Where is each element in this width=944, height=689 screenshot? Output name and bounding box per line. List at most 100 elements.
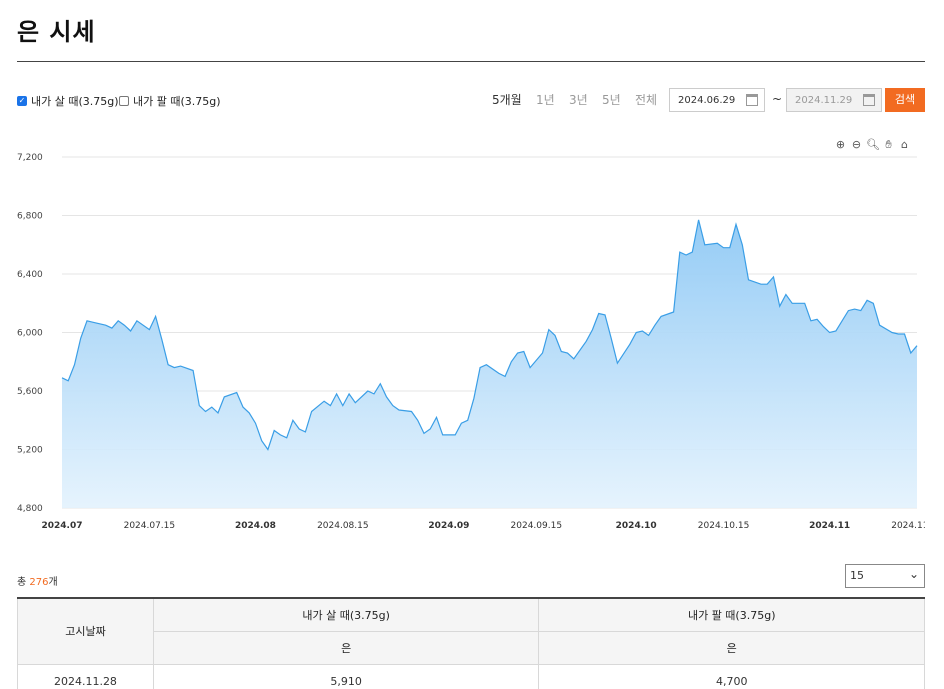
data-point xyxy=(760,283,763,286)
y-tick-label: 4,800 xyxy=(17,504,43,514)
data-point xyxy=(341,404,344,407)
data-point xyxy=(217,411,220,414)
header-sell: 내가 팔 때(3.75g) xyxy=(538,597,925,632)
data-point xyxy=(828,331,831,334)
y-tick-label: 7,200 xyxy=(17,153,43,163)
data-point xyxy=(391,404,394,407)
series-area xyxy=(62,219,917,508)
period-5year[interactable]: 5년 xyxy=(602,91,621,108)
data-point xyxy=(554,334,557,337)
page-size-value: 15 xyxy=(850,569,864,582)
period-3year[interactable]: 3년 xyxy=(569,91,588,108)
data-point xyxy=(129,330,132,333)
data-point xyxy=(510,360,513,363)
data-point xyxy=(67,379,70,382)
data-point xyxy=(279,433,282,436)
data-point xyxy=(847,309,850,312)
buy-checkbox[interactable]: ✓ 내가 살 때(3.75g) xyxy=(17,93,119,109)
data-point xyxy=(173,366,176,369)
data-point xyxy=(747,278,750,281)
page-size-select[interactable]: 15 ⌄ xyxy=(845,564,925,588)
period-all[interactable]: 전체 xyxy=(635,91,657,108)
x-tick-label: 2024.09.15 xyxy=(511,521,563,531)
data-point xyxy=(192,369,195,372)
data-point xyxy=(635,331,638,334)
calendar-icon[interactable] xyxy=(746,94,758,106)
header-sell-sub: 은 xyxy=(538,630,925,665)
data-point xyxy=(435,416,438,419)
data-point xyxy=(784,293,787,296)
data-point xyxy=(179,365,182,368)
data-point xyxy=(809,319,812,322)
period-5month[interactable]: 5개월 xyxy=(492,91,522,108)
data-point xyxy=(248,411,251,414)
data-point xyxy=(728,246,731,249)
data-point xyxy=(254,422,257,425)
data-point xyxy=(585,340,588,343)
buy-check-icon[interactable]: ✓ xyxy=(17,96,27,106)
data-point xyxy=(641,330,644,333)
data-point xyxy=(167,363,170,366)
calendar-icon[interactable] xyxy=(863,94,875,106)
data-point xyxy=(454,433,457,436)
data-point xyxy=(110,327,113,330)
data-point xyxy=(385,395,388,398)
x-tick-label: 2024.11 xyxy=(809,521,850,531)
data-point xyxy=(117,319,120,322)
price-chart: 7,200 6,800 6,400 6,000 5,600 5,200 4,800 2024.… xyxy=(17,153,925,531)
data-point xyxy=(766,283,769,286)
data-point xyxy=(722,246,725,249)
total-count: 총 276개 xyxy=(17,573,58,588)
data-point xyxy=(466,419,469,422)
data-point xyxy=(653,324,656,327)
buy-checkbox-label: 내가 살 때(3.75g) xyxy=(31,95,119,108)
data-point xyxy=(660,315,663,318)
header-buy-sub: 은 xyxy=(152,630,540,665)
search-button[interactable]: 검색 xyxy=(885,88,925,112)
sell-check-icon[interactable] xyxy=(119,96,129,106)
data-point xyxy=(310,410,313,413)
table-row: 2024.11.28 5,910 4,700 xyxy=(17,664,925,689)
data-point xyxy=(560,350,563,353)
data-point xyxy=(242,406,245,409)
data-point xyxy=(266,448,269,451)
total-count-number: 276 xyxy=(29,577,49,588)
data-point xyxy=(822,325,825,328)
total-suffix: 개 xyxy=(48,577,58,588)
data-point xyxy=(379,382,382,385)
data-point xyxy=(891,331,894,334)
data-point xyxy=(423,432,426,435)
data-point xyxy=(429,428,432,431)
start-date-input[interactable]: 2024.06.29 xyxy=(669,88,765,112)
end-date-value: 2024.11.29 xyxy=(795,95,853,106)
data-point xyxy=(741,243,744,246)
data-point xyxy=(304,430,307,433)
data-point xyxy=(373,392,376,395)
data-point xyxy=(791,302,794,305)
data-point xyxy=(909,352,912,355)
data-point xyxy=(703,243,706,246)
y-tick-label: 6,800 xyxy=(17,212,43,222)
x-tick-label: 2024.10 xyxy=(616,521,657,531)
data-point xyxy=(92,321,95,324)
data-point xyxy=(816,318,819,321)
start-date-value: 2024.06.29 xyxy=(678,95,736,106)
data-point xyxy=(691,251,694,254)
end-date-input[interactable]: 2024.11.29 xyxy=(786,88,882,112)
sell-checkbox[interactable]: 내가 팔 때(3.75g) xyxy=(119,93,221,109)
data-point xyxy=(872,302,875,305)
period-1year[interactable]: 1년 xyxy=(536,91,555,108)
data-point xyxy=(73,363,76,366)
data-point xyxy=(522,350,525,353)
row-buy: 5,910 xyxy=(152,664,540,689)
data-point xyxy=(853,308,856,311)
data-point xyxy=(591,328,594,331)
data-point xyxy=(647,334,650,337)
data-point xyxy=(834,330,837,333)
data-point xyxy=(366,390,369,393)
data-point xyxy=(348,392,351,395)
data-point xyxy=(135,319,138,322)
row-date: 2024.11.28 xyxy=(17,664,154,689)
data-point xyxy=(335,392,338,395)
x-tick-label: 2024.09 xyxy=(428,521,469,531)
